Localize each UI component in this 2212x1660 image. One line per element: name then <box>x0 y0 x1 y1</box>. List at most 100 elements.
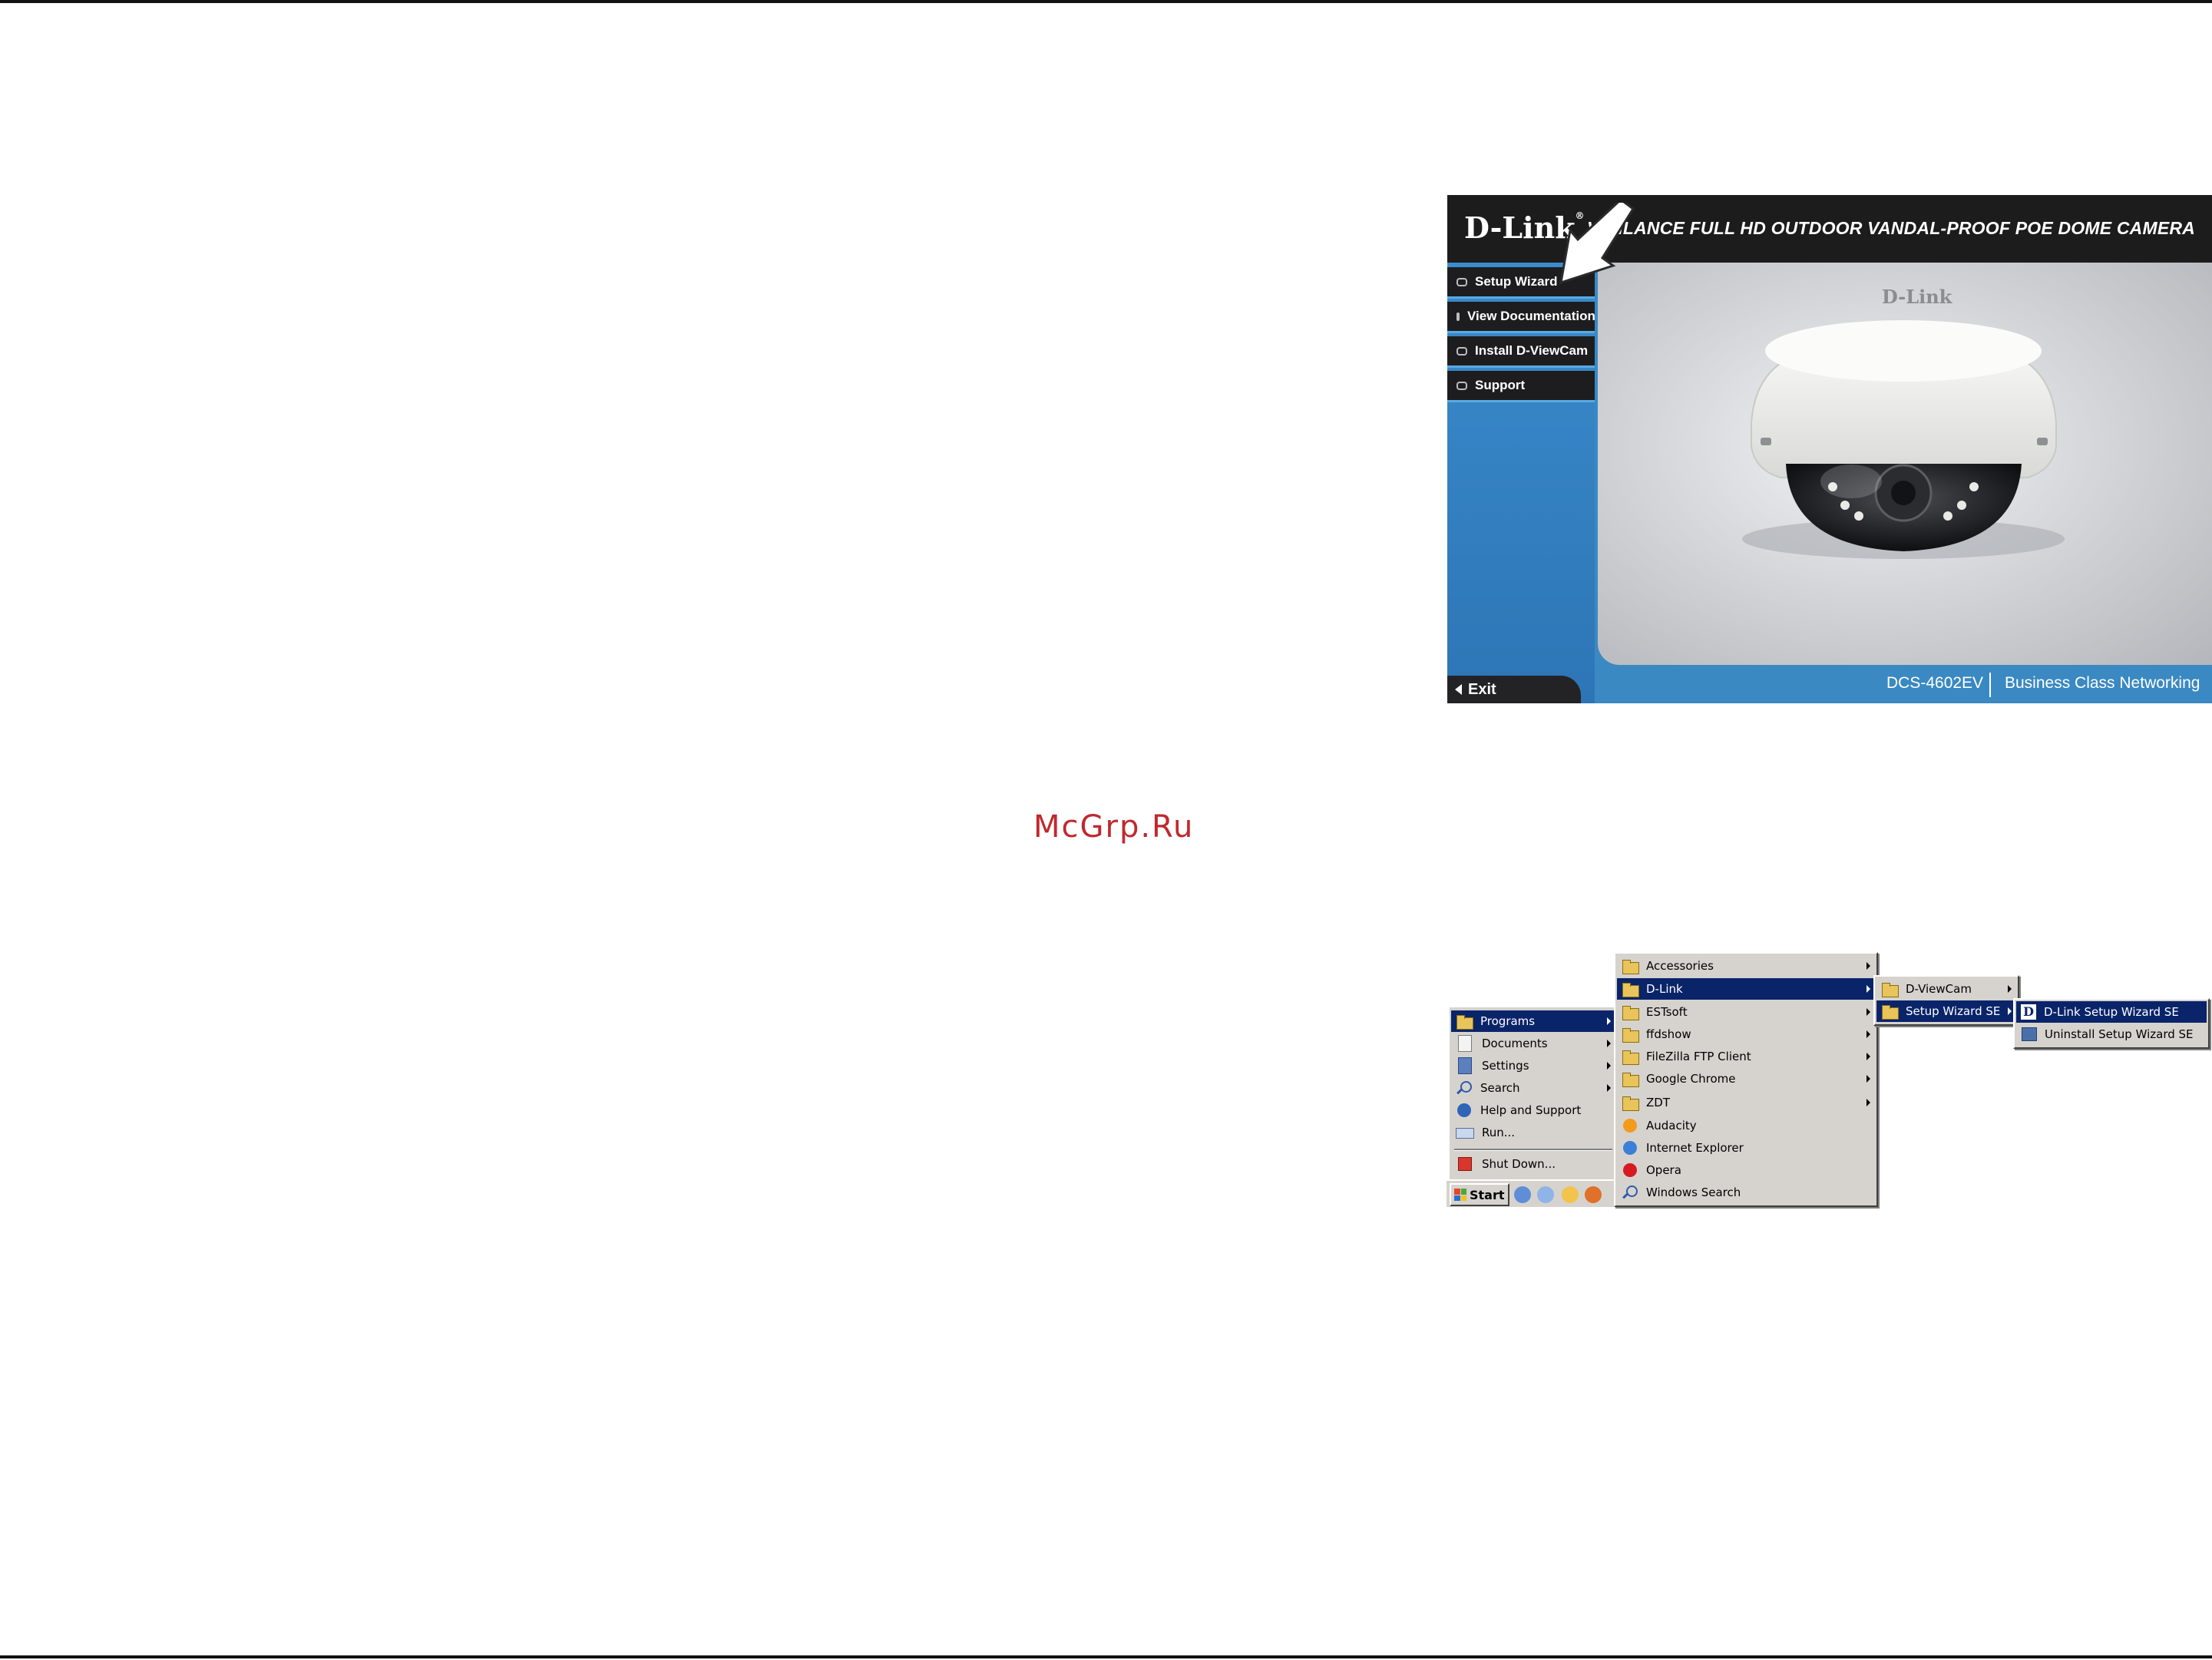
tagline: Business Class Networking <box>2005 674 2200 692</box>
folder-icon <box>1622 981 1639 997</box>
item-label: Setup Wizard SE <box>1906 1004 2001 1018</box>
item-label: D-Link <box>1646 982 1683 996</box>
item-label: ESTsoft <box>1646 1005 1688 1019</box>
exit-label: Exit <box>1468 680 1496 698</box>
start-item-documents[interactable]: Documents <box>1451 1033 1615 1054</box>
submenu-arrow-icon <box>1866 1053 1870 1060</box>
dlink-submenu: D-ViewCam Setup Wizard SE <box>1873 975 2019 1026</box>
search-icon <box>1622 1185 1638 1200</box>
view-documentation-button[interactable]: View Documentation <box>1447 302 1595 333</box>
autorun-window: D-Link® VIGILANCE FULL HD OUTDOOR VANDAL… <box>1447 195 2212 703</box>
programs-item-windows-search[interactable]: Windows Search <box>1617 1182 1875 1203</box>
product-image-panel <box>1598 263 2212 665</box>
watermark: McGrp.Ru <box>1033 809 1195 845</box>
item-label: Windows Search <box>1646 1185 1741 1199</box>
dlink-item-setup-wizard-se[interactable]: Setup Wizard SE <box>1876 1000 2016 1022</box>
submenu-arrow-icon <box>1607 1062 1611 1070</box>
programs-item-opera[interactable]: Opera <box>1617 1159 1875 1181</box>
wizard-item-dlink-setup-wizard[interactable]: D D-Link Setup Wizard SE <box>2016 1001 2207 1023</box>
item-label: Shut Down... <box>1482 1157 1556 1171</box>
programs-submenu: Accessories D-Link ESTsoft ffdshow FileZ… <box>1614 952 1878 1207</box>
menu-label: Install D-ViewCam <box>1475 343 1589 358</box>
item-label: Opera <box>1646 1163 1681 1177</box>
item-label: Documents <box>1482 1037 1548 1050</box>
search-icon <box>1456 1080 1473 1096</box>
start-item-help[interactable]: Help and Support <box>1451 1100 1615 1121</box>
start-item-search[interactable]: Search <box>1451 1077 1615 1099</box>
item-label: D-Link Setup Wizard SE <box>2044 1005 2179 1019</box>
firefox-icon[interactable] <box>1585 1186 1602 1203</box>
item-label: Internet Explorer <box>1646 1141 1744 1155</box>
pointer-arrow-icon <box>1559 203 1635 285</box>
start-item-settings[interactable]: Settings <box>1451 1055 1615 1076</box>
bullet-icon <box>1456 277 1467 286</box>
submenu-arrow-icon <box>1866 1099 1870 1106</box>
support-button[interactable]: Support <box>1447 371 1595 402</box>
shutdown-icon <box>1458 1157 1472 1171</box>
folder-icon <box>1622 958 1639 974</box>
install-dviewcam-button[interactable]: Install D-ViewCam <box>1447 336 1595 368</box>
programs-item-ffdshow[interactable]: ffdshow <box>1617 1023 1875 1045</box>
item-label: ffdshow <box>1646 1027 1691 1041</box>
run-icon <box>1456 1128 1474 1139</box>
setup-wizard-submenu: D D-Link Setup Wizard SE Uninstall Setup… <box>2013 998 2210 1049</box>
submenu-arrow-icon <box>1866 1030 1870 1038</box>
bullet-icon <box>1456 381 1467 390</box>
top-rule <box>0 0 2212 3</box>
submenu-arrow-icon <box>2008 1007 2012 1015</box>
item-label: Accessories <box>1646 959 1714 973</box>
submenu-arrow-icon <box>1607 1084 1611 1092</box>
start-button[interactable]: Start <box>1450 1183 1509 1206</box>
menu-label: Setup Wizard <box>1475 274 1558 289</box>
folder-icon <box>1881 1004 1899 1020</box>
taskbar: Start <box>1447 1179 1617 1207</box>
folder-icon <box>1622 1004 1639 1020</box>
model-number: DCS-4602EV <box>1886 674 1984 692</box>
programs-item-accessories[interactable]: Accessories <box>1617 955 1875 977</box>
help-icon <box>1457 1103 1471 1117</box>
folder-icon <box>1622 1071 1639 1087</box>
submenu-arrow-icon <box>1866 962 1870 970</box>
item-label: Audacity <box>1646 1119 1697 1133</box>
start-item-run[interactable]: Run... <box>1451 1122 1615 1143</box>
start-menu-panel: Programs Documents Settings Search Help … <box>1448 1006 1618 1209</box>
settings-icon <box>1458 1057 1472 1074</box>
item-label: ZDT <box>1646 1096 1670 1109</box>
programs-item-estsoft[interactable]: ESTsoft <box>1617 1001 1875 1023</box>
messenger-icon[interactable] <box>1537 1186 1554 1203</box>
item-label: Run... <box>1482 1126 1516 1139</box>
item-label: Search <box>1480 1081 1520 1095</box>
submenu-arrow-icon <box>1607 1040 1611 1047</box>
footer-divider <box>1989 673 1991 697</box>
desktop-icon[interactable] <box>1514 1186 1531 1203</box>
programs-item-google-chrome[interactable]: Google Chrome <box>1617 1068 1875 1090</box>
menu-label: View Documentation <box>1467 309 1595 323</box>
bullet-icon <box>1456 346 1467 355</box>
documents-icon <box>1458 1035 1472 1052</box>
folder-icon <box>1622 1049 1639 1065</box>
folder-icon <box>1881 981 1899 997</box>
start-item-programs[interactable]: Programs <box>1451 1010 1615 1032</box>
bullet-icon <box>1456 312 1460 321</box>
start-label: Start <box>1470 1187 1505 1202</box>
exit-button[interactable]: Exit <box>1447 676 1581 703</box>
wizard-item-uninstall[interactable]: Uninstall Setup Wizard SE <box>2016 1023 2207 1045</box>
programs-item-filezilla[interactable]: FileZilla FTP Client <box>1617 1046 1875 1067</box>
item-label: Google Chrome <box>1646 1072 1736 1086</box>
programs-item-zdt[interactable]: ZDT <box>1617 1092 1875 1113</box>
item-label: Programs <box>1480 1014 1536 1028</box>
programs-item-dlink[interactable]: D-Link <box>1617 978 1875 1000</box>
programs-item-audacity[interactable]: Audacity <box>1617 1115 1875 1136</box>
start-item-shutdown[interactable]: Shut Down... <box>1451 1153 1615 1175</box>
bottom-rule <box>0 1655 2212 1658</box>
folder-icon <box>1622 1027 1639 1043</box>
product-headline: VIGILANCE FULL HD OUTDOOR VANDAL-PROOF P… <box>1587 218 2195 238</box>
item-label: FileZilla FTP Client <box>1646 1050 1751 1063</box>
app-icon[interactable] <box>1562 1186 1579 1203</box>
submenu-arrow-icon <box>1866 1075 1870 1083</box>
programs-item-internet-explorer[interactable]: Internet Explorer <box>1617 1137 1875 1159</box>
windows-logo-icon <box>1454 1189 1466 1201</box>
audacity-icon <box>1623 1119 1637 1133</box>
programs-icon <box>1456 1014 1473 1030</box>
dlink-item-dviewcam[interactable]: D-ViewCam <box>1876 978 2016 1000</box>
